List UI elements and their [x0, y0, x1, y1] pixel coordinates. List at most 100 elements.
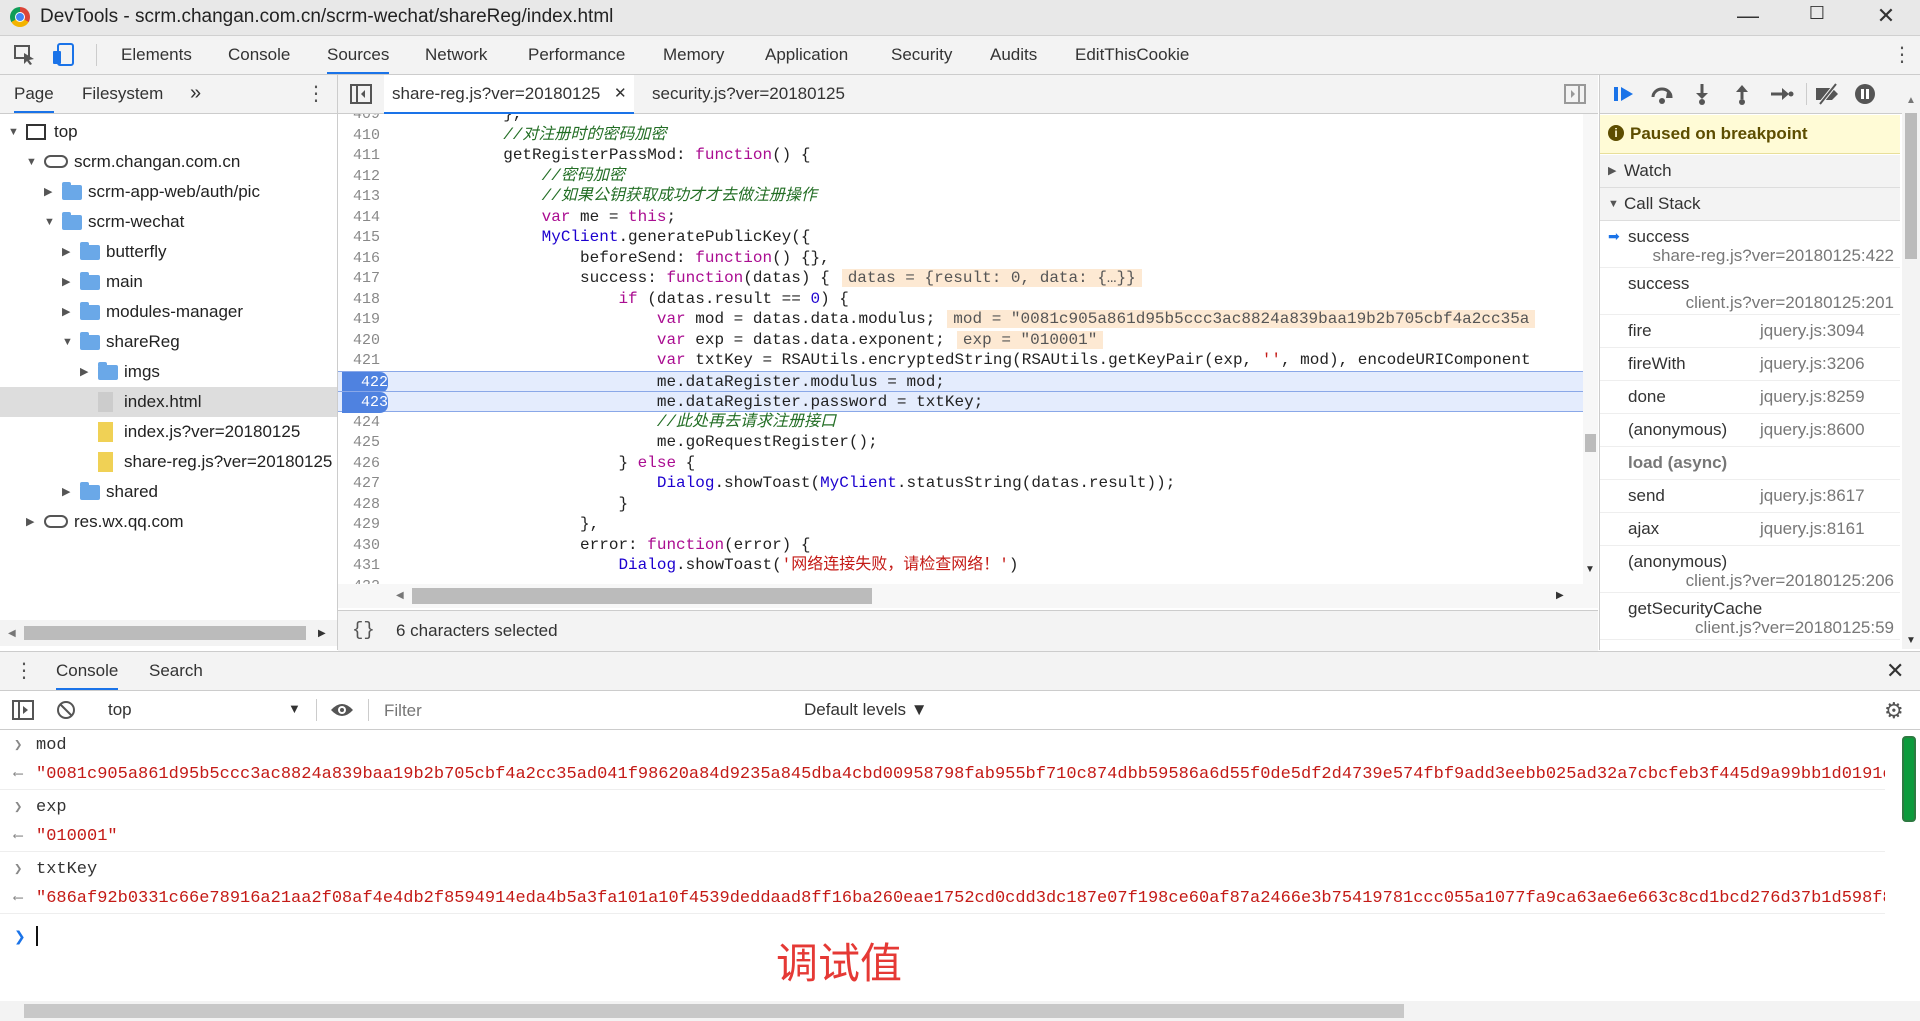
- line-number[interactable]: 417: [338, 268, 380, 289]
- console-prompt-row[interactable]: ❯: [0, 922, 1920, 950]
- more-menu-icon[interactable]: ⋮: [1892, 42, 1912, 67]
- tree-item[interactable]: ▼ scrm.changan.com.cn: [0, 147, 337, 177]
- frame-location[interactable]: client.js?ver=20180125:206: [1686, 571, 1894, 591]
- expand-triangle-icon[interactable]: ▶: [80, 357, 88, 387]
- code-line[interactable]: 414 var me = this;: [338, 207, 1583, 228]
- toggle-debugger-icon[interactable]: [1564, 84, 1586, 104]
- code-line[interactable]: 432: [338, 576, 1583, 585]
- expand-triangle-icon[interactable]: ▶: [44, 177, 52, 207]
- tree-item[interactable]: ▼ shareReg: [0, 327, 337, 357]
- code-line[interactable]: 418 if (datas.result == 0) {: [338, 289, 1583, 310]
- call-frame[interactable]: ➡ success share-reg.js?ver=20180125:422: [1600, 221, 1900, 268]
- editor-hscrollbar[interactable]: ◀ ▶: [338, 584, 1598, 608]
- inspect-element-icon[interactable]: [14, 45, 36, 65]
- code-line[interactable]: 420 var exp = datas.data.exponent; exp = …: [338, 330, 1583, 351]
- code-area[interactable]: 409 }, 410 //对注册时的密码加密 411 getRegisterPass…: [338, 114, 1583, 584]
- line-number[interactable]: 424: [338, 412, 380, 433]
- tab-security[interactable]: Security: [891, 45, 952, 65]
- line-number[interactable]: 411: [338, 145, 380, 166]
- tree-item[interactable]: ▶ butterfly: [0, 237, 337, 267]
- collapse-triangle-icon[interactable]: ▼: [44, 207, 55, 237]
- frame-location[interactable]: jquery.js:8259: [1760, 387, 1865, 407]
- console-input-row[interactable]: ❯ exp: [0, 794, 1885, 822]
- code-line[interactable]: 412 //密码加密: [338, 166, 1583, 187]
- clear-console-icon[interactable]: [56, 700, 76, 720]
- scroll-down-icon[interactable]: ▼: [1906, 635, 1916, 646]
- code-line[interactable]: 426 } else {: [338, 453, 1583, 474]
- navigator-menu-icon[interactable]: ⋮: [306, 81, 326, 106]
- line-number[interactable]: 427: [338, 473, 380, 494]
- code-line[interactable]: 413 //如果公钥获取成功才才去做注册操作: [338, 186, 1583, 207]
- call-stack-section-header[interactable]: ▼ Call Stack: [1600, 188, 1900, 221]
- code-line[interactable]: 409 },: [338, 114, 1583, 125]
- code-line[interactable]: 415 MyClient.generatePublicKey({: [338, 227, 1583, 248]
- tree-item[interactable]: ▶ scrm-app-web/auth/pic: [0, 177, 337, 207]
- tab-search[interactable]: Search: [149, 661, 203, 681]
- pause-on-exceptions-icon[interactable]: [1854, 83, 1878, 105]
- tree-item[interactable]: ▶ shared: [0, 477, 337, 507]
- code-line[interactable]: 428 }: [338, 494, 1583, 515]
- expand-triangle-icon[interactable]: ▶: [62, 267, 70, 297]
- log-levels-dropdown[interactable]: Default levels ▼: [804, 700, 928, 720]
- collapse-triangle-icon[interactable]: ▼: [62, 327, 73, 357]
- tree-item[interactable]: ▶ main: [0, 267, 337, 297]
- scroll-thumb[interactable]: [412, 588, 872, 604]
- tab-share-reg-js[interactable]: share-reg.js?ver=20180125 ✕: [384, 75, 634, 114]
- deactivate-breakpoints-icon[interactable]: [1814, 82, 1838, 106]
- code-line[interactable]: 425 me.goRequestRegister();: [338, 432, 1583, 453]
- line-number[interactable]: 414: [338, 207, 380, 228]
- breakpoint-marker[interactable]: 423: [342, 392, 388, 413]
- code-line[interactable]: 417 success: function(datas) {datas = {r…: [338, 268, 1583, 289]
- call-frame[interactable]: fire jquery.js:3094: [1600, 315, 1900, 348]
- close-window-button[interactable]: ✕: [1866, 3, 1906, 31]
- tree-item[interactable]: index.html: [0, 387, 337, 417]
- code-line[interactable]: 411 getRegisterPassMod: function() {: [338, 145, 1583, 166]
- line-number[interactable]: 415: [338, 227, 380, 248]
- scroll-thumb[interactable]: [24, 1004, 1404, 1018]
- call-frame[interactable]: (anonymous) jquery.js:8600: [1600, 414, 1900, 447]
- scroll-thumb[interactable]: [24, 626, 306, 640]
- filter-input[interactable]: [382, 697, 796, 725]
- console-settings-gear-icon[interactable]: ⚙: [1884, 698, 1904, 724]
- tree-item[interactable]: ▶ imgs: [0, 357, 337, 387]
- frame-location[interactable]: share-reg.js?ver=20180125:422: [1653, 246, 1894, 266]
- tab-network[interactable]: Network: [425, 45, 487, 65]
- call-frame[interactable]: success client.js?ver=20180125:201: [1600, 268, 1900, 315]
- code-line[interactable]: 430 error: function(error) {: [338, 535, 1583, 556]
- minimize-button[interactable]: —: [1728, 3, 1768, 31]
- line-number[interactable]: 431: [338, 555, 380, 576]
- line-number[interactable]: 416: [338, 248, 380, 269]
- line-number[interactable]: 426: [338, 453, 380, 474]
- line-number[interactable]: 418: [338, 289, 380, 310]
- tree-item[interactable]: ▼ top: [0, 117, 337, 147]
- tree-item[interactable]: index.js?ver=20180125: [0, 417, 337, 447]
- console-scroll-indicator[interactable]: [1902, 736, 1916, 822]
- scroll-right-icon[interactable]: ▶: [318, 628, 326, 639]
- call-frame[interactable]: getSecurityCache client.js?ver=20180125:5…: [1600, 593, 1900, 640]
- line-number[interactable]: 421: [338, 350, 380, 371]
- tree-item[interactable]: ▶ res.wx.qq.com: [0, 507, 337, 537]
- show-sidebar-icon[interactable]: [12, 700, 34, 720]
- scroll-down-icon[interactable]: ▼: [1585, 564, 1595, 575]
- tree-item[interactable]: ▼ scrm-wechat: [0, 207, 337, 237]
- line-number[interactable]: 409: [338, 114, 380, 125]
- collapse-triangle-icon[interactable]: ▼: [26, 147, 37, 177]
- debugger-vscrollbar[interactable]: ▲ ▼: [1902, 95, 1920, 649]
- tree-item[interactable]: share-reg.js?ver=20180125: [0, 447, 337, 477]
- watch-section-header[interactable]: ▶ Watch: [1600, 155, 1900, 188]
- frame-location[interactable]: jquery.js:8600: [1760, 420, 1865, 440]
- code-line[interactable]: 431 Dialog.showToast('网络连接失败，请检查网络！'): [338, 555, 1583, 576]
- frame-location[interactable]: jquery.js:8161: [1760, 519, 1865, 539]
- tab-security-js[interactable]: security.js?ver=20180125: [652, 84, 845, 104]
- line-number[interactable]: 419: [338, 309, 380, 330]
- tab-filesystem[interactable]: Filesystem: [82, 84, 163, 104]
- tab-console[interactable]: Console: [56, 661, 119, 690]
- tab-page[interactable]: Page: [14, 84, 54, 113]
- tree-item[interactable]: ▶ modules-manager: [0, 297, 337, 327]
- device-toolbar-icon[interactable]: [52, 43, 76, 67]
- scroll-right-icon[interactable]: ▶: [1556, 590, 1564, 601]
- code-line[interactable]: 424 //此处再去请求注册接口: [338, 412, 1583, 433]
- line-number[interactable]: 420: [338, 330, 380, 351]
- line-number[interactable]: 425: [338, 432, 380, 453]
- frame-location[interactable]: jquery.js:8617: [1760, 486, 1865, 506]
